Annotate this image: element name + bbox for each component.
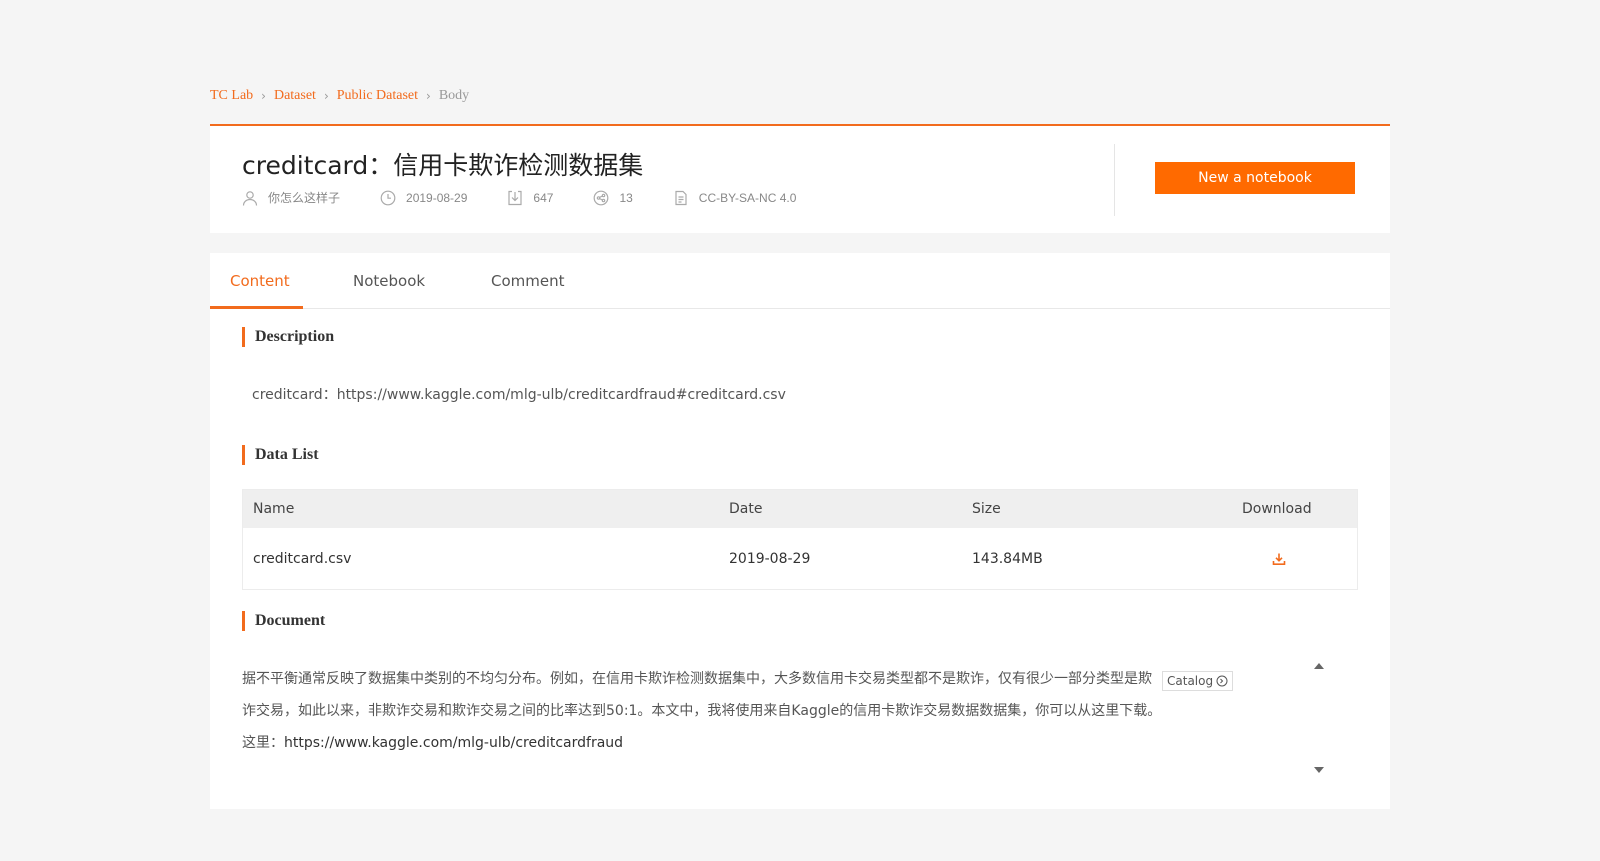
chevron-right-icon: › xyxy=(323,89,329,103)
download-count-icon xyxy=(508,190,523,205)
new-notebook-button[interactable]: New a notebook xyxy=(1155,162,1355,194)
date-meta: 2019-08-29 xyxy=(380,190,467,206)
table-header: Name Date Size Download xyxy=(243,490,1357,528)
active-tab-indicator xyxy=(210,306,303,309)
file-size: 143.84MB xyxy=(972,551,1043,567)
catalog-button[interactable]: Catalog xyxy=(1162,671,1234,691)
document-link-prefix: 这里： xyxy=(242,735,284,751)
shares-meta: 13 xyxy=(593,190,633,206)
kaggle-link[interactable]: https://www.kaggle.com/mlg-ulb/creditcar… xyxy=(284,735,623,751)
scroll-down-arrow[interactable] xyxy=(1314,767,1324,773)
breadcrumb-tc-lab[interactable]: TC Lab xyxy=(210,88,253,104)
downloads-meta: 647 xyxy=(507,190,553,206)
header-divider xyxy=(1114,144,1115,216)
author-name[interactable]: 你怎么这样子 xyxy=(268,189,340,206)
download-icon xyxy=(1272,553,1286,565)
breadcrumb-public-dataset[interactable]: Public Dataset xyxy=(337,88,418,104)
chevron-right-icon: › xyxy=(426,89,431,103)
tab-notebook[interactable]: Notebook xyxy=(353,253,425,309)
tab-comment[interactable]: Comment xyxy=(491,253,565,309)
clock-icon xyxy=(380,190,396,205)
data-list-table: Name Date Size Download creditcard.csv 2… xyxy=(242,489,1358,590)
download-count: 647 xyxy=(533,190,554,205)
share-count: 13 xyxy=(619,190,633,205)
page-title: creditcard：信用卡欺诈检测数据集 xyxy=(242,151,644,180)
license-text: CC-BY-SA-NC 4.0 xyxy=(698,190,797,205)
breadcrumb-current: Body xyxy=(438,88,470,103)
column-header-name: Name xyxy=(253,501,295,517)
tab-content[interactable]: Content xyxy=(230,253,290,309)
data-list-heading: Data List xyxy=(242,445,319,465)
file-name: creditcard.csv xyxy=(253,551,352,567)
column-header-date: Date xyxy=(729,501,763,517)
dataset-meta: 你怎么这样子 2019-08-29 647 13 CC-BY-SA-NC 4.0 xyxy=(242,189,836,206)
author-meta: 你怎么这样子 xyxy=(242,189,340,206)
license-meta: CC-BY-SA-NC 4.0 xyxy=(673,190,797,206)
description-text: creditcard：https://www.kaggle.com/mlg-ul… xyxy=(252,387,786,403)
share-icon xyxy=(594,190,609,205)
dataset-date: 2019-08-29 xyxy=(406,190,468,205)
column-header-download: Download xyxy=(1242,501,1312,517)
table-row: creditcard.csv 2019-08-29 143.84MB xyxy=(243,528,1357,590)
document-heading: Document xyxy=(242,611,325,631)
user-icon xyxy=(242,190,258,206)
description-heading: Description xyxy=(242,327,334,347)
chevron-right-icon: › xyxy=(261,89,266,103)
breadcrumb: TC Lab › Dataset › Public Dataset › Body xyxy=(210,88,469,104)
scroll-up-arrow[interactable] xyxy=(1314,663,1324,669)
document-icon xyxy=(675,190,687,205)
dataset-header: creditcard：信用卡欺诈检测数据集 你怎么这样子 2019-08-29 … xyxy=(210,124,1390,233)
catalog-label: Catalog xyxy=(1167,674,1214,688)
document-link-line: 这里：https://www.kaggle.com/mlg-ulb/credit… xyxy=(242,727,1358,759)
download-button[interactable] xyxy=(1272,528,1286,590)
breadcrumb-dataset[interactable]: Dataset xyxy=(274,88,316,104)
tab-bar: Content Notebook Comment xyxy=(210,253,1390,309)
file-date: 2019-08-29 xyxy=(729,551,811,567)
dataset-content-panel: Content Notebook Comment Description cre… xyxy=(210,253,1390,809)
document-paragraph-line: 诈交易，如此以来，非欺诈交易和欺诈交易之间的比率达到50:1。本文中，我将使用来… xyxy=(242,703,1162,719)
document-body[interactable]: 据不平衡通常反映了数据集中类别的不均匀分布。例如，在信用卡欺诈检测数据集中，大多… xyxy=(242,653,1358,775)
chevron-circle-icon xyxy=(1216,675,1228,687)
column-header-size: Size xyxy=(972,501,1001,517)
